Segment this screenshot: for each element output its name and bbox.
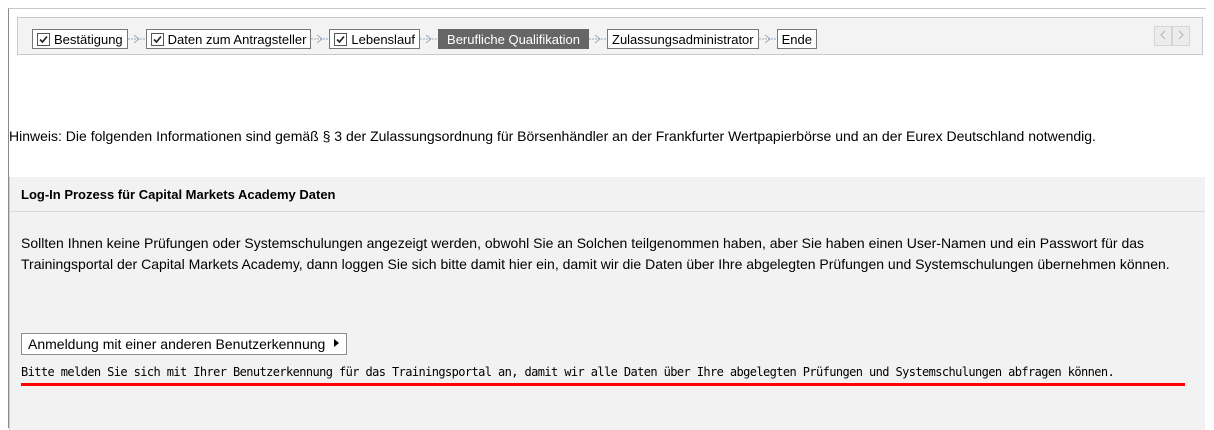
connector-arrow-icon: [311, 29, 330, 49]
step-label: Zulassungsadministrator: [612, 31, 754, 47]
scroll-right-button[interactable]: [1172, 26, 1190, 46]
connector-arrow-icon: [420, 29, 439, 49]
step-bestaetigung[interactable]: Bestätigung: [32, 29, 128, 49]
step-zulassungsadministrator[interactable]: Zulassungsadministrator: [607, 29, 759, 49]
scroll-left-button[interactable]: [1154, 26, 1172, 46]
legal-hint-text: Hinweis: Die folgenden Informationen sin…: [9, 128, 1096, 144]
red-annotation-underline: [21, 383, 1185, 386]
step-label: Ende: [781, 31, 812, 47]
step-daten-antragsteller[interactable]: Daten zum Antragsteller: [145, 29, 312, 49]
roadmap-steps: Bestätigung Daten zum Antragsteller Lebe…: [32, 28, 817, 50]
panel-title: Log-In Prozess für Capital Markets Acade…: [10, 177, 1205, 212]
step-lebenslauf[interactable]: Lebenslauf: [329, 29, 421, 49]
step-label: Berufliche Qualifikation: [447, 31, 580, 47]
step-berufliche-qualifikation-active[interactable]: Berufliche Qualifikation: [438, 29, 589, 49]
chevron-left-icon: [1159, 29, 1167, 44]
panel-description: Sollten Ihnen keine Prüfungen oder Syste…: [21, 235, 1170, 272]
connector-arrow-icon: [758, 29, 777, 49]
checkbox-checked-icon: [334, 32, 348, 46]
roadmap-scroll-buttons: [1154, 26, 1190, 46]
chevron-right-icon: [1177, 29, 1185, 44]
triangle-right-icon: [333, 338, 340, 351]
login-note-text: Bitte melden Sie sich mit Ihrer Benutzer…: [21, 365, 1115, 379]
connector-arrow-icon: [589, 29, 607, 49]
step-label: Daten zum Antragsteller: [167, 31, 307, 47]
login-button-label: Anmeldung mit einer anderen Benutzerkenn…: [28, 336, 326, 352]
cma-login-panel: Log-In Prozess für Capital Markets Acade…: [9, 177, 1205, 430]
step-label: Bestätigung: [54, 31, 123, 47]
checkbox-checked-icon: [150, 32, 164, 46]
alternate-login-button[interactable]: Anmeldung mit einer anderen Benutzerkenn…: [21, 333, 348, 355]
roadmap-bar: Bestätigung Daten zum Antragsteller Lebe…: [17, 17, 1203, 55]
checkbox-checked-icon: [37, 32, 50, 46]
step-label: Lebenslauf: [351, 31, 416, 47]
connector-arrow-icon: [127, 29, 146, 49]
step-ende[interactable]: Ende: [776, 29, 817, 49]
